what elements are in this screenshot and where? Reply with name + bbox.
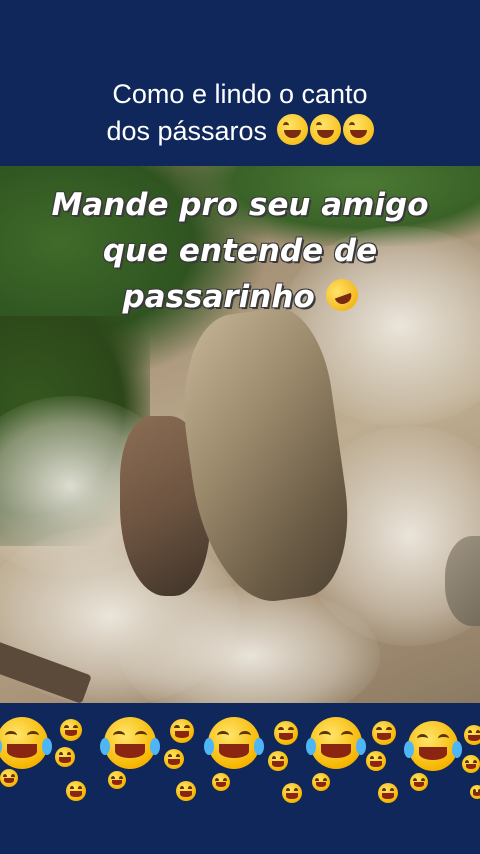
tears-of-joy-icon [164, 749, 184, 769]
caption-line-2-wrap: dos pássaros [0, 113, 480, 150]
tears-of-joy-icon [66, 781, 86, 801]
tears-of-joy-icon [176, 781, 196, 801]
tears-of-joy-icon [99, 717, 161, 769]
tears-of-joy-icon [312, 773, 330, 791]
overlay-line-3: passarinho [122, 279, 315, 315]
tears-of-joy-icon [274, 721, 298, 745]
tears-of-joy-icon [170, 719, 194, 743]
tears-of-joy-icon [60, 719, 82, 741]
tears-of-joy-icon [462, 755, 480, 773]
tears-of-joy-icon [0, 717, 53, 769]
rolling-on-floor-laughing-icon [321, 274, 363, 316]
overlay-line-2: que entende de [102, 233, 378, 269]
top-caption-area: Como e lindo o canto dos pássaros [0, 0, 480, 166]
tears-of-joy-icon [470, 785, 480, 799]
overlay-line-3-wrap: passarinho [0, 274, 480, 320]
caption-line-2: dos pássaros [106, 116, 268, 146]
tears-of-joy-icon [212, 773, 230, 791]
tears-of-joy-icon [464, 725, 480, 745]
tears-of-joy-icon [378, 783, 398, 803]
tears-of-joy-icon [108, 771, 126, 789]
tears-of-joy-icon [276, 114, 308, 145]
tears-of-joy-icon [0, 769, 18, 787]
tears-of-joy-icon [203, 717, 265, 769]
caption-text: Como e lindo o canto dos pássaros [0, 76, 480, 150]
tears-of-joy-icon [342, 114, 374, 145]
tears-of-joy-icon [410, 773, 428, 791]
bottom-emoji-banner [0, 703, 480, 854]
tears-of-joy-icon [372, 721, 396, 745]
caption-line-1: Como e lindo o canto [112, 79, 368, 109]
video-overlay-text: Mande pro seu amigo que entende de passa… [0, 182, 480, 320]
tears-of-joy-icon [309, 114, 341, 145]
tears-of-joy-icon [268, 751, 288, 771]
tears-of-joy-icon [366, 751, 386, 771]
overlay-line-1: Mande pro seu amigo [51, 187, 429, 223]
tears-of-joy-icon [305, 717, 367, 769]
tears-of-joy-icon [282, 783, 302, 803]
tears-of-joy-icon [404, 721, 462, 771]
video-frame[interactable]: Mande pro seu amigo que entende de passa… [0, 166, 480, 703]
tears-of-joy-icon [55, 747, 75, 767]
